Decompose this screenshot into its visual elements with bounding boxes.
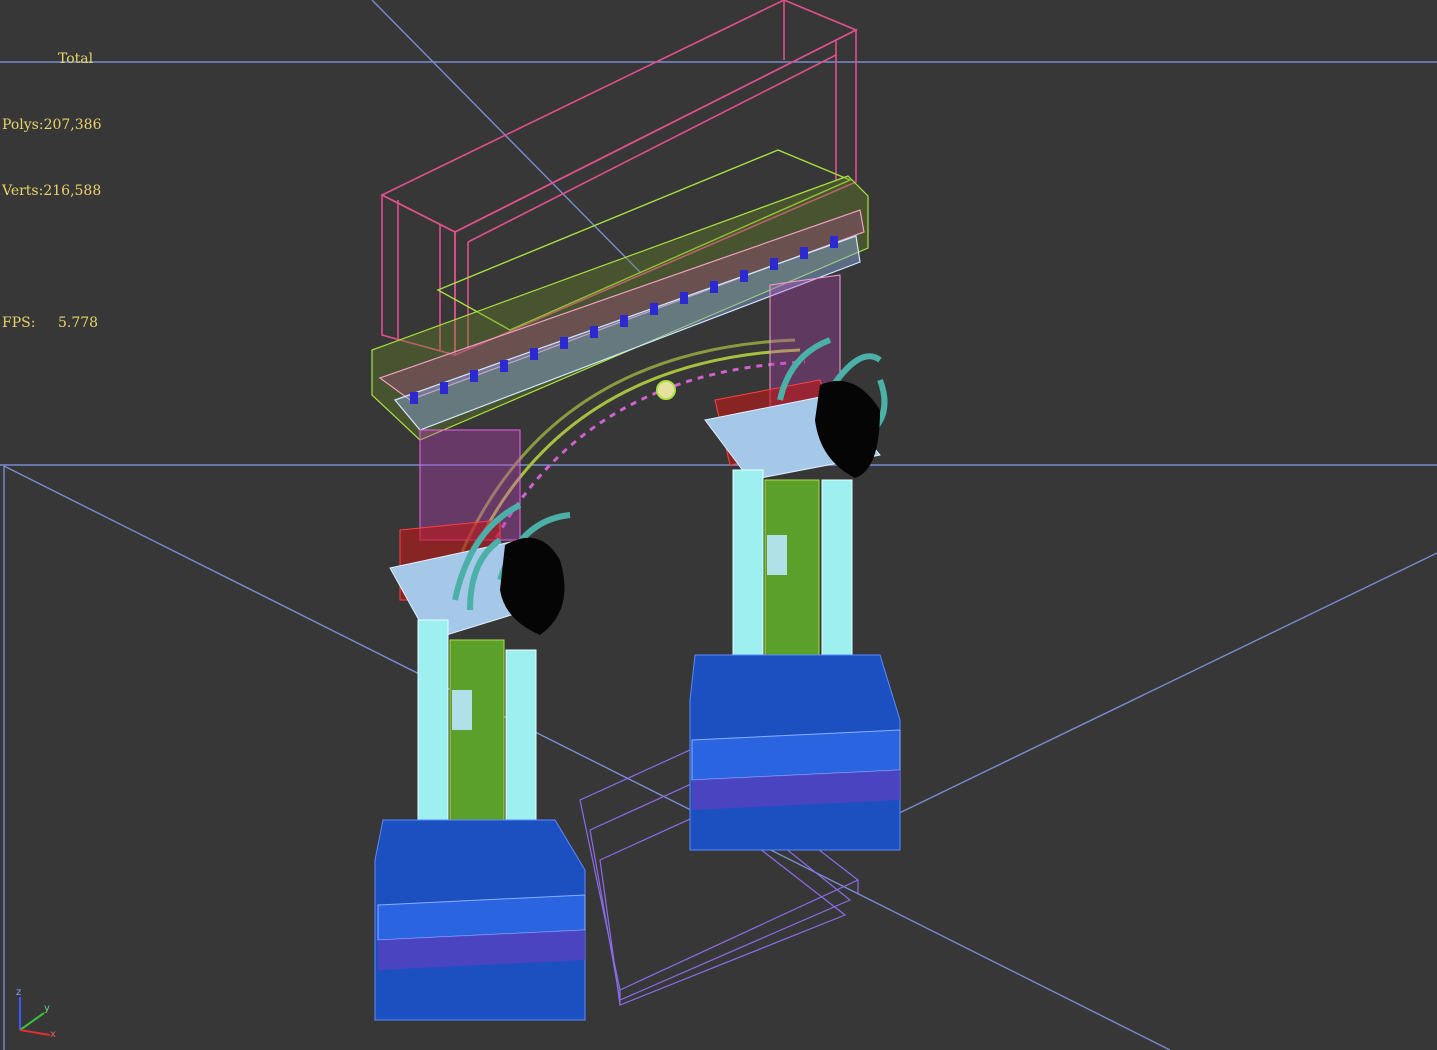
- viewport-statistics: Total Polys: 207,386 Verts: 216,588 FPS:…: [2, 4, 101, 378]
- axis-z-label: z: [16, 987, 21, 998]
- polys-row: Polys: 207,386: [2, 114, 101, 136]
- verts-value: 216,588: [43, 183, 102, 199]
- fps-label: FPS:: [2, 315, 36, 331]
- axis-y-label: y: [44, 1003, 50, 1014]
- stats-header: Total: [58, 51, 94, 67]
- left-base: [374, 819, 586, 1021]
- polys-label: Polys:: [2, 117, 44, 133]
- polys-value: 207,386: [43, 117, 102, 133]
- keystone-medallion: [656, 380, 676, 400]
- axis-tripod-icon: z y x: [16, 987, 56, 1040]
- axis-x-label: x: [50, 1029, 56, 1040]
- verts-label: Verts:: [2, 183, 44, 199]
- fps-value: 5.778: [58, 315, 99, 331]
- fps-row: FPS: 5.778: [2, 312, 101, 334]
- 3d-viewport[interactable]: Total Polys: 207,386 Verts: 216,588 FPS:…: [0, 0, 1437, 1050]
- grid-lines: [0, 0, 1437, 1050]
- verts-row: Verts: 216,588: [2, 180, 101, 202]
- right-base: [689, 654, 901, 851]
- wireframe-scene[interactable]: [0, 0, 1437, 1050]
